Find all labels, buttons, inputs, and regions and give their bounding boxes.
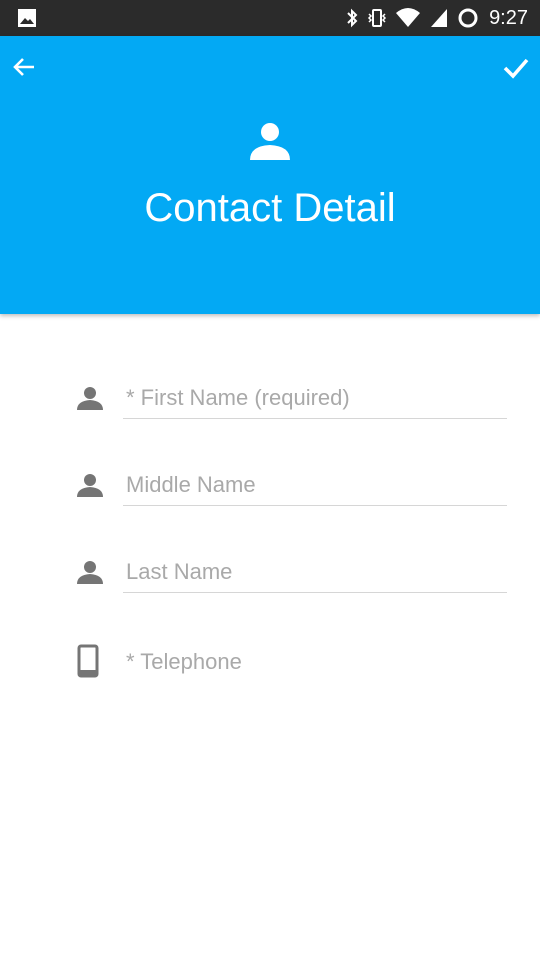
last-name-underline <box>123 592 507 593</box>
middle-name-input[interactable] <box>124 465 510 505</box>
vibrate-icon <box>367 7 387 29</box>
signal-icon <box>429 7 449 29</box>
bluetooth-icon <box>345 7 359 29</box>
phone-icon <box>76 644 100 678</box>
first-name-field-row <box>0 376 540 436</box>
first-name-underline <box>123 418 507 419</box>
wifi-icon <box>395 7 421 29</box>
image-icon <box>17 8 37 28</box>
telephone-field-row <box>0 640 540 700</box>
middle-name-underline <box>123 505 507 506</box>
person-icon <box>76 471 104 499</box>
status-bar: 9:27 <box>0 0 540 36</box>
header: Contact Detail <box>0 36 540 314</box>
first-name-input[interactable] <box>124 378 510 418</box>
page-title: Contact Detail <box>144 186 396 230</box>
middle-name-field-row <box>0 463 540 523</box>
confirm-button[interactable] <box>502 54 530 82</box>
checkmark-icon <box>503 58 529 79</box>
status-time: 9:27 <box>489 7 528 29</box>
person-icon <box>76 384 104 412</box>
battery-ring-icon <box>457 7 479 29</box>
person-icon <box>76 558 104 586</box>
status-icons: 9:27 <box>345 0 528 36</box>
telephone-input[interactable] <box>124 642 510 682</box>
last-name-field-row <box>0 550 540 610</box>
arrow-back-icon <box>13 58 34 76</box>
person-icon <box>248 120 292 164</box>
last-name-input[interactable] <box>124 552 510 592</box>
back-button[interactable] <box>12 54 38 80</box>
